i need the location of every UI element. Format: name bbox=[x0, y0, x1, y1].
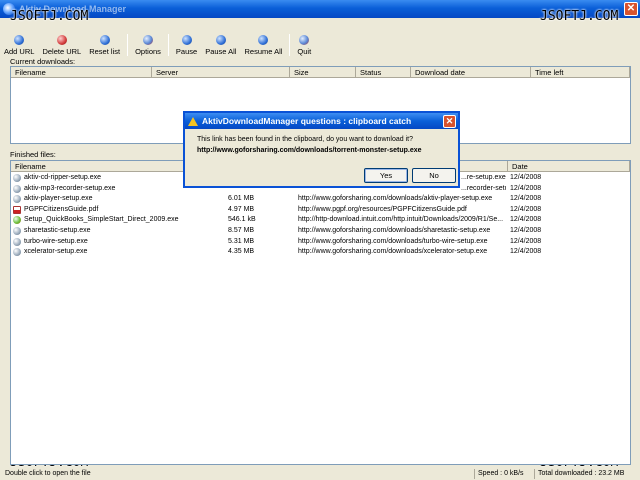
dialog-close-button[interactable]: ✕ bbox=[443, 115, 456, 128]
options-icon bbox=[142, 35, 153, 45]
pdf-icon bbox=[13, 205, 21, 214]
file-name: Setup_QuickBooks_SimpleStart_Direct_2009… bbox=[24, 216, 179, 224]
file-url: http://www.pgpf.org/resources/PGPFCitize… bbox=[298, 205, 467, 213]
toolbar: Add URL Delete URL Reset list Options Pa… bbox=[0, 30, 640, 56]
pause-all-icon bbox=[215, 35, 226, 45]
file-url: http://www.goforsharing.com/downloads/ak… bbox=[298, 195, 493, 203]
table-row[interactable]: PGPFCitizensGuide.pdf 4.97 MB http://www… bbox=[11, 205, 630, 216]
file-size: 8.57 MB bbox=[228, 227, 255, 234]
file-name: xcelerator-setup.exe bbox=[24, 248, 88, 256]
no-button[interactable]: No bbox=[412, 168, 456, 183]
status-bar: Double click to open the file Speed : 0 … bbox=[0, 468, 640, 480]
status-total-downloaded: Total downloaded : 23.2 MB bbox=[534, 469, 638, 479]
file-date: 12/4/2008 bbox=[510, 237, 542, 245]
file-name: PGPFCitizensGuide.pdf bbox=[24, 205, 99, 213]
file-date: 12/4/2008 bbox=[510, 248, 542, 256]
watermark-top-left: JSOFTJ.COM bbox=[10, 9, 89, 24]
reset-list-button[interactable]: Reset list bbox=[85, 32, 124, 56]
file-date: 12/4/2008 bbox=[510, 174, 542, 181]
add-icon bbox=[14, 35, 25, 45]
file-date: 12/4/2008 bbox=[510, 216, 542, 224]
pause-button[interactable]: Pause bbox=[172, 32, 201, 56]
finished-files-label: Finished files: bbox=[10, 150, 56, 159]
file-url: http://www.goforsharing.com/downloads/xc… bbox=[298, 248, 488, 256]
current-downloads-label: Current downloads: bbox=[10, 57, 76, 66]
column-header-size[interactable]: Size bbox=[290, 67, 356, 78]
quit-icon bbox=[299, 35, 310, 45]
pause-all-button[interactable]: Pause All bbox=[201, 32, 240, 56]
table-row[interactable]: turbo-wire-setup.exe 5.31 MB http://www.… bbox=[11, 237, 630, 248]
file-size: 5.31 MB bbox=[228, 237, 255, 245]
column-header-time-left[interactable]: Time left bbox=[531, 67, 630, 78]
exe-icon bbox=[13, 184, 21, 193]
window-close-button[interactable]: ✕ bbox=[624, 2, 638, 16]
reset-icon bbox=[99, 35, 110, 45]
exe-icon bbox=[13, 174, 21, 182]
column-header-status[interactable]: Status bbox=[356, 67, 411, 78]
finished-files-list[interactable]: Filename Date aktiv-cd-ripper-setup.exe … bbox=[10, 160, 631, 465]
file-url: ...re-setup.exe bbox=[461, 174, 506, 181]
file-size: 4.97 MB bbox=[228, 205, 255, 213]
yes-button[interactable]: Yes bbox=[364, 168, 408, 183]
file-date: 12/4/2008 bbox=[510, 184, 542, 192]
add-url-button[interactable]: Add URL bbox=[0, 32, 38, 56]
file-name: sharetastic-setup.exe bbox=[24, 227, 91, 234]
warning-icon bbox=[188, 116, 198, 126]
file-url: http://www.goforsharing.com/downloads/sh… bbox=[298, 227, 491, 234]
toolbar-separator bbox=[127, 34, 129, 56]
dialog-title-bar: AktivDownloadManager questions : clipboa… bbox=[185, 113, 458, 129]
quit-button[interactable]: Quit bbox=[293, 32, 315, 56]
file-url: ...recorder-setup... bbox=[461, 184, 506, 192]
pause-icon bbox=[181, 35, 192, 45]
status-hint: Double click to open the file bbox=[5, 470, 91, 477]
exe-icon bbox=[13, 195, 21, 204]
file-name: aktiv-player-setup.exe bbox=[24, 195, 93, 203]
file-date: 12/4/2008 bbox=[510, 205, 542, 213]
column-header-download-date[interactable]: Download date bbox=[411, 67, 531, 78]
options-button[interactable]: Options bbox=[131, 32, 165, 56]
table-row[interactable]: aktiv-player-setup.exe 6.01 MB http://ww… bbox=[11, 194, 630, 205]
dialog-url: http://www.goforsharing.com/downloads/to… bbox=[197, 147, 422, 154]
toolbar-separator bbox=[167, 34, 169, 56]
column-header-server[interactable]: Server bbox=[152, 67, 290, 78]
file-url: http://http-download.intuit.com/http.int… bbox=[298, 216, 504, 224]
setup-icon bbox=[13, 216, 21, 225]
file-size: 546.1 kB bbox=[228, 216, 256, 224]
column-header-date[interactable]: Date bbox=[508, 161, 630, 172]
file-size: 4.35 MB bbox=[228, 248, 255, 256]
column-header-filename[interactable]: Filename bbox=[11, 67, 152, 78]
table-row[interactable]: Setup_QuickBooks_SimpleStart_Direct_2009… bbox=[11, 215, 630, 226]
file-date: 12/4/2008 bbox=[510, 227, 542, 234]
table-row[interactable]: sharetastic-setup.exe 8.57 MB http://www… bbox=[11, 226, 630, 237]
delete-url-button[interactable]: Delete URL bbox=[38, 32, 85, 56]
exe-icon bbox=[13, 248, 21, 257]
exe-icon bbox=[13, 237, 21, 246]
toolbar-separator bbox=[289, 34, 291, 56]
file-date: 12/4/2008 bbox=[510, 195, 542, 203]
table-row[interactable]: xcelerator-setup.exe 4.35 MB http://www.… bbox=[11, 247, 630, 258]
delete-icon bbox=[56, 35, 67, 45]
file-size: 6.01 MB bbox=[228, 195, 255, 203]
clipboard-dialog: AktivDownloadManager questions : clipboa… bbox=[183, 111, 460, 188]
file-name: turbo-wire-setup.exe bbox=[24, 237, 88, 245]
dialog-title: AktivDownloadManager questions : clipboa… bbox=[202, 116, 412, 126]
resume-all-button[interactable]: Resume All bbox=[240, 32, 286, 56]
dialog-message: This link has been found in the clipboar… bbox=[197, 136, 413, 143]
status-speed: Speed : 0 kB/s bbox=[474, 469, 534, 479]
watermark-top-right: JSOFTJ.COM bbox=[540, 9, 619, 24]
exe-icon bbox=[13, 227, 21, 235]
resume-all-icon bbox=[258, 35, 269, 45]
file-url: http://www.goforsharing.com/downloads/tu… bbox=[298, 237, 488, 245]
